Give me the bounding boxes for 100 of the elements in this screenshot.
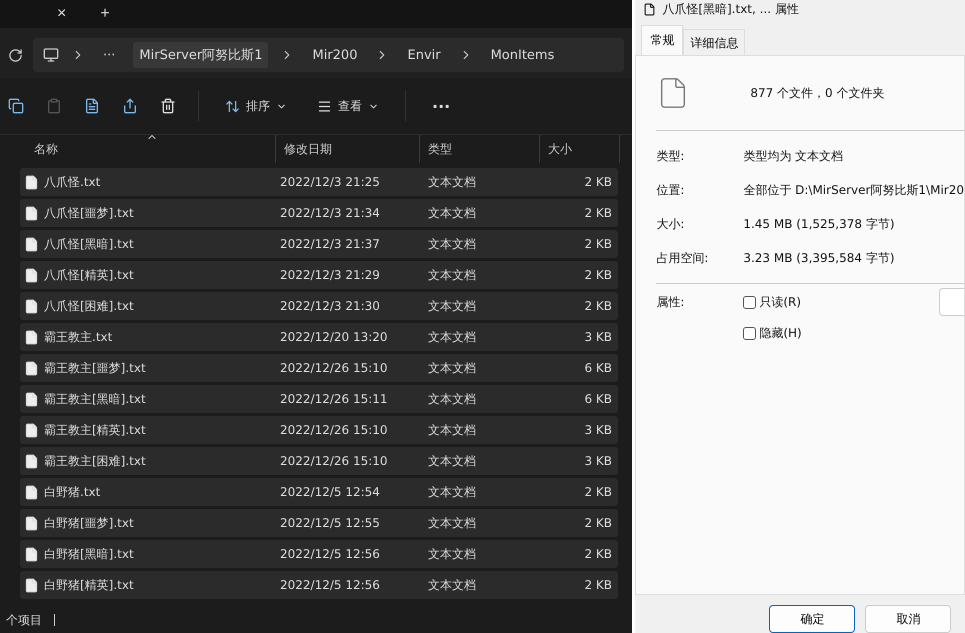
breadcrumb-more[interactable]: ··· (97, 44, 122, 66)
file-name: 霸王教主[困难].txt (44, 452, 146, 470)
field-label: 位置: (656, 182, 686, 198)
breadcrumb-item[interactable]: MirServer阿努比斯1 (133, 42, 268, 68)
file-icon (24, 516, 39, 530)
field-label: 大小: (656, 216, 686, 232)
column-header[interactable]: 修改日期 (276, 135, 420, 163)
dialog-tab[interactable]: 详细信息 (683, 29, 746, 55)
file-row[interactable]: 八爪怪[困难].txt 2022/12/3 21:30 文本文档 2 KB (20, 292, 618, 320)
file-name: 白野猪[黑暗].txt (44, 546, 134, 562)
file-icon (24, 422, 39, 438)
dialog-tab[interactable]: 常规 (641, 25, 684, 55)
field-value: 类型均为 文本文档 (743, 148, 844, 164)
file-row[interactable]: 白野猪[黑暗].txt 2022/12/5 12:56 文本文档 2 KB (20, 540, 618, 568)
address-bar[interactable]: ··· MirServer阿努比斯1 Mir200 Envir MonItems (33, 38, 624, 72)
file-type: 文本文档 (427, 576, 477, 594)
field-label: 属性: (656, 294, 686, 311)
file-type: 文本文档 (427, 484, 477, 500)
copy-icon[interactable] (8, 98, 24, 114)
file-row[interactable]: 白野猪[精英].txt 2022/12/5 12:56 文本文档 2 KB (20, 571, 618, 599)
file-row[interactable]: 霸王教主.txt 2022/12/20 13:20 文本文档 3 KB (20, 323, 618, 351)
more-button[interactable]: ··· (428, 92, 454, 120)
file-name: 白野猪[精英].txt (44, 576, 134, 594)
breadcrumb-item[interactable]: MonItems (484, 44, 560, 66)
lines-icon (317, 98, 332, 114)
sort-button[interactable]: 排序 (221, 94, 291, 118)
file-size: 6 KB (583, 361, 613, 375)
file-icon (24, 578, 39, 592)
dialog-button[interactable]: 取消 (865, 605, 952, 633)
file-size: 3 KB (583, 330, 613, 344)
column-header[interactable]: 名称 (18, 135, 276, 163)
file-icon (24, 484, 39, 500)
file-date: 2022/12/5 12:56 (279, 547, 381, 561)
file-size: 3 KB (583, 454, 613, 468)
file-row[interactable]: 八爪怪.txt 2022/12/3 21:25 文本文档 2 KB (20, 168, 618, 196)
file-size: 2 KB (583, 578, 613, 592)
breadcrumb-item[interactable]: Mir200 (306, 44, 364, 66)
file-row[interactable]: 霸王教主[困难].txt 2022/12/26 15:10 文本文档 3 KB (20, 447, 618, 475)
new-tab-button[interactable]: + (98, 3, 112, 25)
file-size: 2 KB (583, 237, 613, 251)
file-name: 霸王教主[黑暗].txt (44, 390, 146, 408)
file-date: 2022/12/5 12:55 (279, 516, 381, 530)
file-type: 文本文档 (427, 174, 477, 190)
file-name: 白野猪[噩梦].txt (44, 514, 134, 532)
file-icon (24, 298, 39, 314)
file-row[interactable]: 八爪怪[噩梦].txt 2022/12/3 21:34 文本文档 2 KB (20, 199, 618, 227)
delete-icon[interactable] (160, 98, 176, 114)
column-header[interactable]: 大小 (540, 135, 620, 163)
file-icon (24, 330, 39, 344)
item-count: 个项目 (6, 612, 42, 628)
file-name: 八爪怪[困难].txt (44, 298, 134, 314)
file-icon (24, 546, 39, 562)
file-size: 2 KB (583, 175, 613, 189)
file-date: 2022/12/20 13:20 (279, 330, 389, 344)
column-header[interactable]: 类型 (420, 135, 540, 163)
file-row[interactable]: 白野猪.txt 2022/12/5 12:54 文本文档 2 KB (20, 478, 618, 506)
file-row[interactable]: 霸王教主[黑暗].txt 2022/12/26 15:11 文本文档 6 KB (20, 385, 618, 413)
file-row[interactable]: 白野猪[噩梦].txt 2022/12/5 12:55 文本文档 2 KB (20, 509, 618, 537)
refresh-icon[interactable] (8, 48, 23, 62)
file-icon (24, 206, 39, 220)
close-tab-button[interactable]: × (55, 3, 68, 25)
file-size: 2 KB (583, 547, 613, 561)
file-size: 6 KB (583, 392, 613, 406)
file-date: 2022/12/26 15:11 (279, 392, 389, 406)
file-name: 八爪怪[精英].txt (44, 266, 134, 284)
file-date: 2022/12/26 15:10 (279, 423, 389, 437)
file-summary: 877 个文件，0 个文件夹 (750, 84, 884, 102)
attribute-checkbox[interactable]: 隐藏(H) (743, 325, 939, 342)
file-type: 文本文档 (427, 328, 477, 346)
file-type: 文本文档 (427, 452, 477, 470)
view-button[interactable]: 查看 (313, 94, 383, 118)
monitor-icon (43, 47, 59, 63)
file-type: 文本文档 (427, 360, 477, 376)
file-type: 文本文档 (427, 546, 477, 562)
file-icon (24, 174, 39, 190)
file-date: 2022/12/3 21:37 (279, 237, 381, 251)
file-name: 霸王教主[噩梦].txt (44, 360, 146, 376)
file-row[interactable]: 八爪怪[精英].txt 2022/12/3 21:29 文本文档 2 KB (20, 261, 618, 289)
file-type: 文本文档 (427, 390, 477, 408)
file-icon (24, 236, 39, 252)
file-icon (24, 392, 39, 406)
breadcrumb-item[interactable]: Envir (401, 44, 447, 66)
field-value: 3.23 MB (3,395,584 字节) (743, 250, 894, 266)
file-date: 2022/12/5 12:56 (279, 578, 381, 592)
file-size: 2 KB (583, 268, 613, 282)
dialog-button[interactable]: 确定 (769, 605, 856, 633)
file-row[interactable]: 八爪怪[黑暗].txt 2022/12/3 21:37 文本文档 2 KB (20, 230, 618, 258)
file-icon (24, 268, 39, 282)
file-row[interactable]: 霸王教主[精英].txt 2022/12/26 15:10 文本文档 3 KB (20, 416, 618, 444)
file-date: 2022/12/5 12:54 (279, 485, 381, 499)
file-type: 文本文档 (427, 236, 477, 252)
sort-arrows-icon (225, 98, 240, 114)
file-icon (24, 360, 39, 376)
attribute-checkbox[interactable]: 只读(R) (743, 294, 939, 311)
share-icon[interactable] (122, 98, 138, 114)
file-name: 八爪怪[噩梦].txt (44, 204, 134, 222)
file-row[interactable]: 霸王教主[噩梦].txt 2022/12/26 15:10 文本文档 6 KB (20, 354, 618, 382)
file-date: 2022/12/26 15:10 (279, 454, 389, 468)
file-size: 2 KB (583, 299, 613, 313)
field-value: 全部位于 D:\MirServer阿努比斯1\Mir20 (743, 182, 964, 198)
